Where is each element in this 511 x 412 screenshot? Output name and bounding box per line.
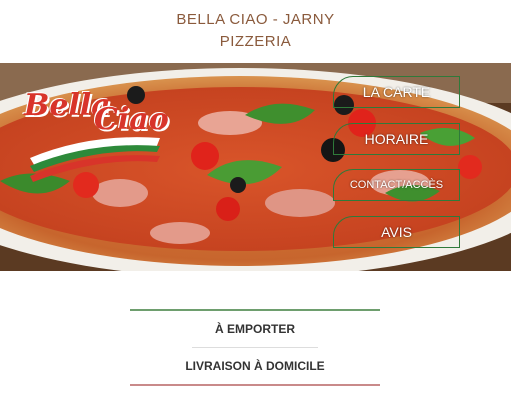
site-title: BELLA CIAO - JARNY [176,11,335,28]
nav-la-carte-button[interactable]: LA CARTE [333,76,460,108]
hero-banner: Bella Ciao LA CARTE HORAIRE CONTACT/ACCÈ… [0,63,511,271]
order-links: À EMPORTER LIVRAISON À DOMICILE [130,309,380,386]
divider-red [130,384,380,386]
bella-ciao-logo[interactable]: Bella Ciao [22,88,182,183]
a-emporter-link[interactable]: À EMPORTER [130,311,380,347]
nav-avis-button[interactable]: AVIS [333,216,460,248]
nav-contact-acces-button[interactable]: CONTACT/ACCÈS [333,169,460,201]
site-subtitle: PIZZERIA [219,33,292,50]
site-header: BELLA CIAO - JARNY PIZZERIA [0,0,511,63]
logo-text-ciao: Ciao [94,102,169,137]
livraison-link[interactable]: LIVRAISON À DOMICILE [130,348,380,384]
nav-horaire-button[interactable]: HORAIRE [333,123,460,155]
